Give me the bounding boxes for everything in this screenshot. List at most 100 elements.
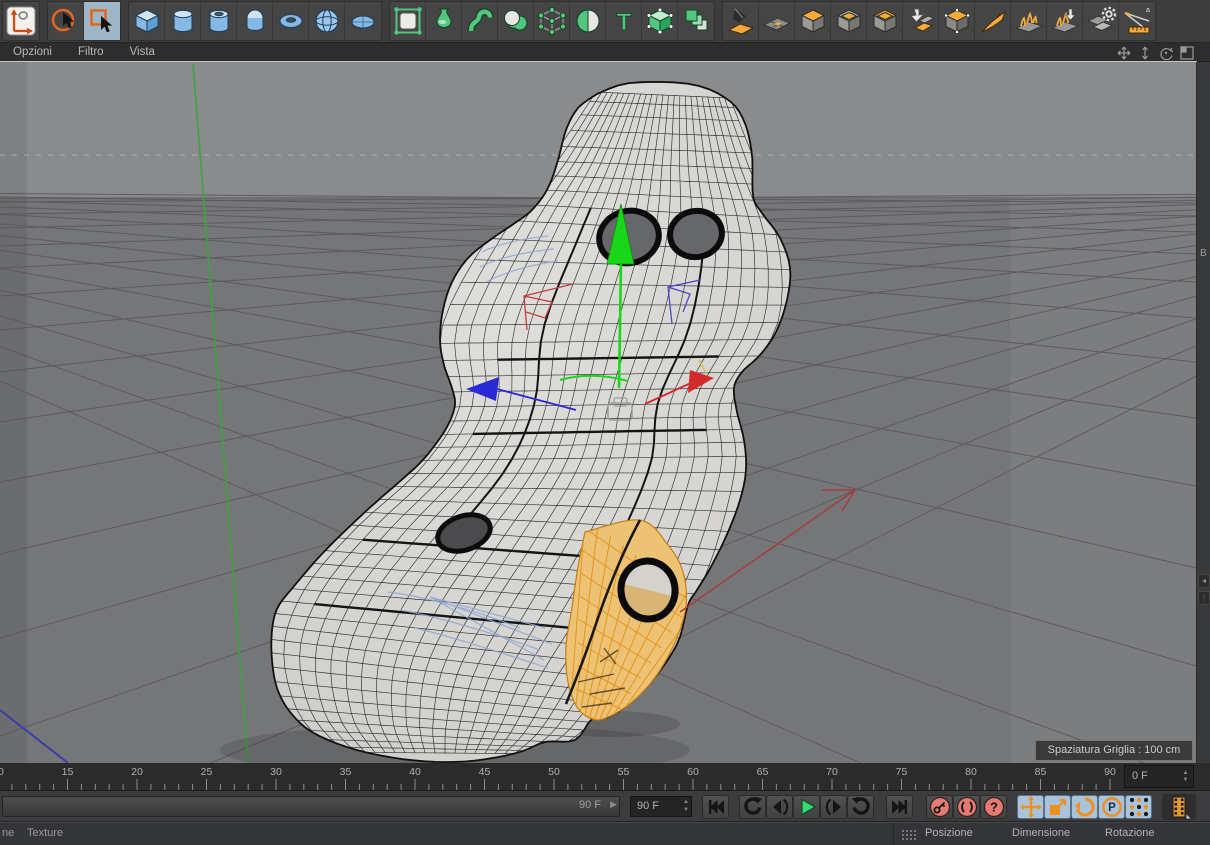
loop-button[interactable] [847,795,874,819]
slider-handle-icon[interactable]: ▶ [610,799,617,810]
solidify-cube-icon [943,8,970,34]
tool-bevel[interactable] [867,2,903,40]
tool-polygon-plane[interactable] [759,2,795,40]
pan-view-icon[interactable] [1116,45,1131,60]
ruler-label: 30 [270,766,282,778]
timeline-power-slider[interactable]: 90 F ▶ [2,796,620,817]
autokeying-button[interactable] [953,795,980,819]
recPla-icon [1129,797,1148,817]
statusbar-divider [893,823,894,845]
record-position-toggle[interactable] [1017,795,1044,819]
metaball-icon [503,10,527,31]
tool-axis-tool[interactable] [3,2,39,40]
tool-disc-primitive[interactable] [345,2,381,40]
nextKey-icon [825,798,841,816]
play-icon [800,798,816,816]
application-window: Ta Opzioni Filtro Vista Spaziatura Grigl… [0,0,1210,845]
toggle-view-icon[interactable] [1179,45,1194,60]
ruler-label: 55 [618,766,630,778]
text-object-icon: T [616,9,632,36]
spinner-arrows-icon[interactable]: ▲ ▼ [683,798,689,814]
record-rotation-toggle[interactable] [1071,795,1098,819]
tool-torus-primitive[interactable] [273,2,309,40]
tool-array-object[interactable] [678,2,714,40]
keyframe-presets-button[interactable] [1162,794,1196,820]
tool-brush[interactable] [1047,2,1083,40]
ruler-label: 20 [131,766,143,778]
play-forwards-button[interactable] [793,795,820,819]
tool-text-object[interactable]: T [606,2,642,40]
svg-text:T: T [616,9,631,36]
menu-filtro[interactable]: Filtro [65,43,117,62]
ruler-label: 60 [687,766,699,778]
tool-tube-primitive[interactable] [201,2,237,40]
tool-sphere-primitive[interactable] [309,2,345,40]
coordinate-grip-icon[interactable] [901,829,917,840]
material-menu-texture[interactable]: Texture [27,827,63,839]
rotate-view-icon[interactable] [1158,45,1173,60]
viewport-canvas[interactable] [0,62,1197,845]
next-key-button[interactable] [820,795,847,819]
record-pla-toggle[interactable] [1125,795,1152,819]
cw-icon [851,796,870,815]
viewport-3d[interactable]: Spaziatura Griglia : 100 cm [0,61,1197,845]
axis-tool-icon [6,6,36,36]
tool-plane-gear[interactable] [1083,2,1119,40]
tool-boolean[interactable] [570,2,606,40]
tool-metaball[interactable] [498,2,534,40]
tool-sweep-nurbs[interactable] [462,2,498,40]
measure-icon: a [1124,7,1150,34]
recParam-icon: P [1101,797,1122,817]
previous-key-button[interactable] [766,795,793,819]
menu-opzioni[interactable]: Opzioni [0,43,65,62]
tool-matrix-extrude[interactable] [903,2,939,40]
tool-spline-pen[interactable] [723,2,759,40]
tube-primitive-icon [209,9,228,33]
tool-live-selection[interactable] [48,2,84,40]
timeline-frame-field[interactable]: 0 F ▲ ▼ [1124,765,1194,788]
record-help-button[interactable]: ? [980,795,1007,819]
magnet-icon [1014,11,1043,33]
tool-extrude[interactable] [795,2,831,40]
tool-knife[interactable] [975,2,1011,40]
bevel-icon [872,9,897,33]
record-scale-toggle[interactable] [1044,795,1071,819]
menu-vista[interactable]: Vista [117,43,168,62]
record-parameter-toggle[interactable]: P [1098,795,1125,819]
tool-cube-primitive[interactable] [129,2,165,40]
sphere-primitive-icon [315,9,338,33]
tool-subdivision-surface[interactable] [390,2,426,40]
atom-array-icon [537,6,566,36]
capsule-primitive-icon [246,9,263,31]
goto-end-button[interactable] [886,795,913,819]
recScale-icon [1049,798,1066,815]
tool-atom-array[interactable] [534,2,570,40]
svg-text:?: ? [990,800,998,815]
current-frame-spinner[interactable]: 90 F ▲ ▼ [630,796,692,817]
tool-measure[interactable]: a [1119,2,1155,40]
tool-cylinder-primitive[interactable] [165,2,201,40]
panel-grip-icon[interactable]: ⋮ [1198,591,1210,605]
collapse-panel-icon[interactable]: ◄ [1198,574,1210,588]
goto-start-button[interactable] [702,795,729,819]
slider-frame-value: 90 F [578,799,601,811]
material-menu-partial[interactable]: ne [2,827,14,839]
tool-capsule-primitive[interactable] [237,2,273,40]
tool-extrude-inner[interactable] [831,2,867,40]
coord-header-size: Dimensione [1012,827,1071,839]
ruler-label: 45 [479,766,491,778]
dolly-view-icon[interactable] [1137,45,1152,60]
record-keyframe-button[interactable] [926,795,953,819]
tool-magnet[interactable] [1011,2,1047,40]
ruler-label: 10 [0,766,4,778]
brush-icon [1050,8,1079,33]
tool-solidify-cube[interactable] [939,2,975,40]
spinner-arrows-icon[interactable]: ▲ ▼ [1180,768,1191,785]
ruler-label: 25 [201,766,213,778]
tool-lathe-nurbs[interactable] [426,2,462,40]
play-backwards-button[interactable] [739,795,766,819]
tool-rectangle-selection[interactable] [84,2,120,40]
tool-instance-object[interactable] [642,2,678,40]
knife-icon [981,10,1006,33]
timeline-ruler[interactable]: 10 15 20 25 30 35 40 45 50 55 60 65 70 75 80 85 90 0 F ▲… [0,763,1210,791]
